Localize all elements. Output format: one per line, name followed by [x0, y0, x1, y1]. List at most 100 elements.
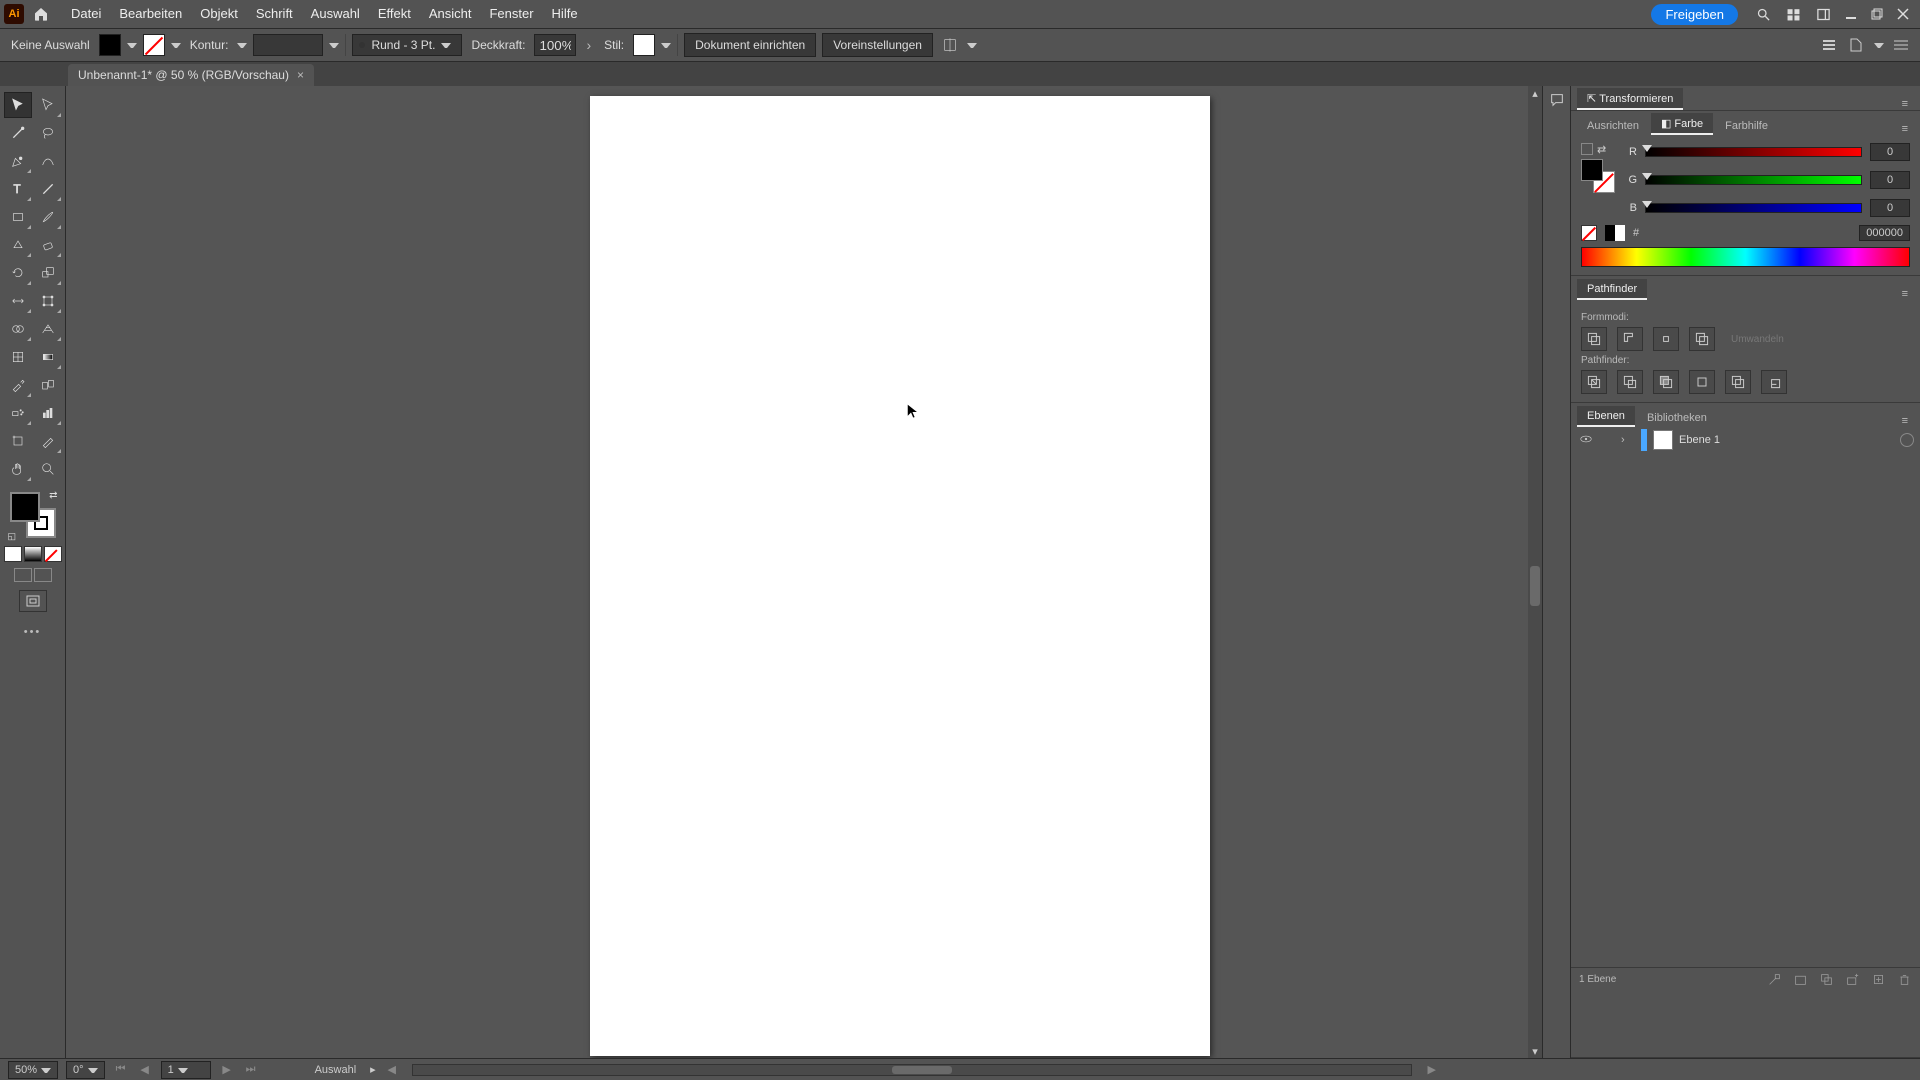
menu-ansicht[interactable]: Ansicht: [420, 0, 481, 28]
r-value[interactable]: 0: [1870, 143, 1910, 161]
locate-object-icon[interactable]: [1766, 972, 1782, 988]
fill-dropdown-icon[interactable]: [127, 40, 137, 50]
hand-tool[interactable]: [4, 456, 32, 482]
shaper-tool[interactable]: [4, 232, 32, 258]
make-clipping-mask-icon[interactable]: [1818, 972, 1834, 988]
scale-tool[interactable]: [34, 260, 62, 286]
bw-swatch[interactable]: [1605, 225, 1625, 241]
menu-effekt[interactable]: Effekt: [369, 0, 420, 28]
select-similar-icon[interactable]: [1846, 34, 1868, 56]
b-slider[interactable]: [1645, 203, 1862, 213]
pf-trim[interactable]: [1617, 370, 1643, 394]
r-slider[interactable]: [1645, 147, 1862, 157]
perspective-grid-tool[interactable]: [34, 316, 62, 342]
stroke-profile-dropdown[interactable]: [329, 40, 339, 50]
pf-exclude[interactable]: [1689, 327, 1715, 351]
color-tab[interactable]: ◧Farbe: [1651, 113, 1713, 135]
fill-swatch[interactable]: [99, 34, 121, 56]
pf-minus-back[interactable]: [1761, 370, 1787, 394]
screen-mode-full[interactable]: [34, 568, 52, 582]
document-tab-close-icon[interactable]: ×: [297, 68, 304, 82]
eyedropper-tool[interactable]: [4, 372, 32, 398]
fill-active-icon[interactable]: [1581, 143, 1593, 155]
menu-objekt[interactable]: Objekt: [191, 0, 247, 28]
magic-wand-tool[interactable]: [4, 120, 32, 146]
artboard-tool[interactable]: [4, 428, 32, 454]
edit-toolbar-icon[interactable]: •••: [24, 626, 42, 638]
rotation-dropdown[interactable]: 0°: [66, 1061, 105, 1079]
draw-mode-button[interactable]: [19, 590, 47, 612]
select-similar-dropdown[interactable]: [1874, 40, 1884, 50]
horizontal-scrollbar-thumb[interactable]: [892, 1066, 952, 1074]
default-fill-stroke-icon[interactable]: ◱: [8, 531, 17, 542]
opacity-input[interactable]: [534, 34, 576, 56]
vertical-scrollbar[interactable]: ▴ ▾: [1528, 86, 1542, 1058]
zoom-tool[interactable]: [34, 456, 62, 482]
style-swatch[interactable]: [633, 34, 655, 56]
layers-tab[interactable]: Ebenen: [1577, 406, 1635, 427]
color-panel-menu-icon[interactable]: ≡: [1896, 123, 1914, 135]
layer-target-icon[interactable]: [1900, 433, 1914, 447]
hscroll-right-icon[interactable]: ▶: [1424, 1062, 1440, 1078]
stroke-dropdown-icon[interactable]: [171, 40, 181, 50]
search-icon[interactable]: [1750, 1, 1776, 27]
new-sublayer-icon[interactable]: [1844, 972, 1860, 988]
stroke-swatch[interactable]: [143, 34, 165, 56]
share-button[interactable]: Freigeben: [1651, 4, 1738, 25]
free-transform-tool[interactable]: [34, 288, 62, 314]
comments-panel-icon[interactable]: [1549, 92, 1565, 111]
pen-tool[interactable]: [4, 148, 32, 174]
fill-stroke-indicator[interactable]: ⇄ ◱: [10, 492, 56, 538]
prev-artboard-icon[interactable]: ◀: [137, 1062, 153, 1078]
layer-visibility-icon[interactable]: [1577, 432, 1595, 449]
swap-fill-stroke-icon[interactable]: ⇄: [49, 490, 57, 501]
panel-menu-icon[interactable]: [1890, 34, 1912, 56]
document-setup-button[interactable]: Dokument einrichten: [684, 33, 816, 57]
canvas[interactable]: ▴ ▾: [66, 86, 1542, 1058]
home-icon[interactable]: [30, 3, 52, 25]
column-graph-tool[interactable]: [34, 400, 62, 426]
g-slider[interactable]: [1645, 175, 1862, 185]
pf-unite[interactable]: [1581, 327, 1607, 351]
layer-expand-icon[interactable]: ›: [1621, 434, 1635, 446]
arrange-documents-icon[interactable]: [1780, 1, 1806, 27]
paintbrush-tool[interactable]: [34, 204, 62, 230]
zoom-dropdown[interactable]: 50%: [8, 1061, 58, 1079]
menu-datei[interactable]: Datei: [62, 0, 110, 28]
pf-outline[interactable]: [1725, 370, 1751, 394]
stroke-weight-input[interactable]: [253, 34, 323, 56]
horizontal-scrollbar[interactable]: [412, 1064, 1412, 1076]
eraser-tool[interactable]: [34, 232, 62, 258]
align-dropdown-icon[interactable]: [967, 40, 977, 50]
symbol-sprayer-tool[interactable]: [4, 400, 32, 426]
vertical-scrollbar-thumb[interactable]: [1530, 566, 1540, 606]
workspace-switcher-icon[interactable]: [1810, 1, 1836, 27]
preferences-button[interactable]: Voreinstellungen: [822, 33, 933, 57]
menu-auswahl[interactable]: Auswahl: [302, 0, 369, 28]
artboard-number-dropdown[interactable]: 1: [161, 1061, 211, 1079]
g-value[interactable]: 0: [1870, 171, 1910, 189]
pathfinder-panel-menu-icon[interactable]: ≡: [1896, 288, 1914, 300]
delete-layer-icon[interactable]: [1896, 972, 1912, 988]
direct-selection-tool[interactable]: [34, 92, 62, 118]
new-layer-icon[interactable]: [1870, 972, 1886, 988]
rectangle-tool[interactable]: [4, 204, 32, 230]
menu-schrift[interactable]: Schrift: [247, 0, 302, 28]
menu-hilfe[interactable]: Hilfe: [543, 0, 587, 28]
hscroll-left-icon[interactable]: ◀: [384, 1062, 400, 1078]
menu-fenster[interactable]: Fenster: [480, 0, 542, 28]
none-color-icon[interactable]: [1581, 225, 1597, 241]
type-tool[interactable]: T: [4, 176, 32, 202]
color-guide-tab[interactable]: Farbhilfe: [1715, 116, 1778, 135]
window-restore-icon[interactable]: [1866, 3, 1888, 25]
window-close-icon[interactable]: [1892, 3, 1914, 25]
first-artboard-icon[interactable]: ⏮: [113, 1062, 129, 1078]
collect-for-export-icon[interactable]: [1792, 972, 1808, 988]
mesh-tool[interactable]: [4, 344, 32, 370]
color-spectrum[interactable]: [1581, 247, 1910, 267]
window-minimize-icon[interactable]: [1840, 3, 1862, 25]
pf-crop[interactable]: [1689, 370, 1715, 394]
b-value[interactable]: 0: [1870, 199, 1910, 217]
gradient-tool[interactable]: [34, 344, 62, 370]
align-tab[interactable]: Ausrichten: [1577, 116, 1649, 135]
